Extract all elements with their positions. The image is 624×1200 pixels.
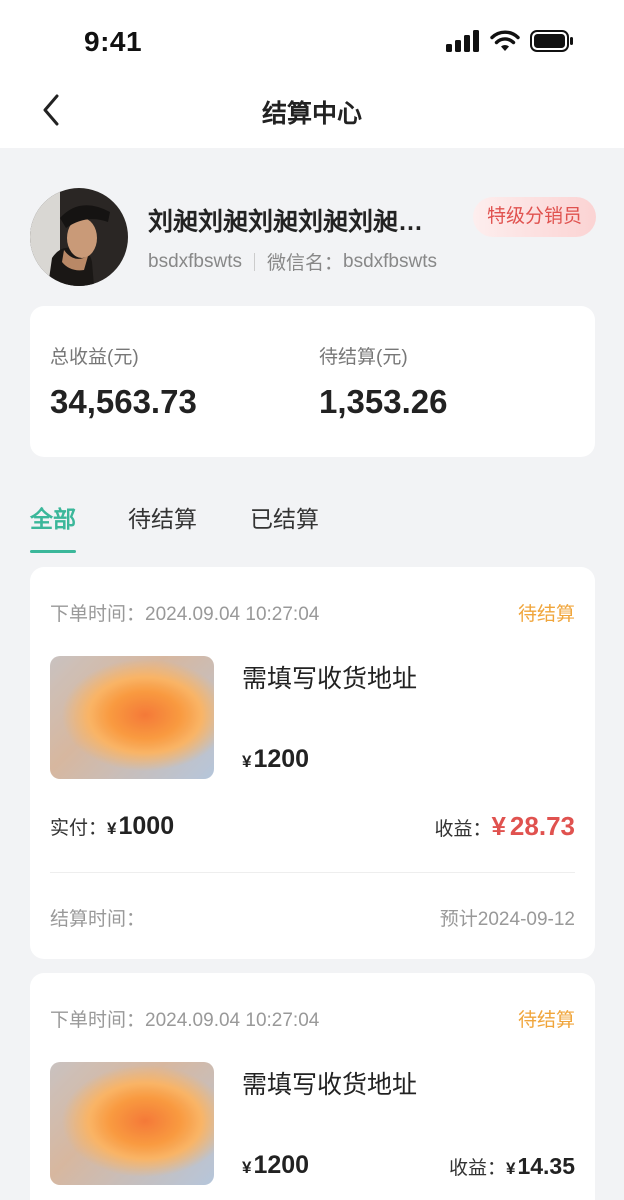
product-price: ¥1200 [242, 1151, 309, 1180]
active-tab-indicator [30, 550, 76, 553]
product-name: 需填写收货地址 [242, 665, 418, 693]
avatar [30, 188, 128, 286]
pending-earnings: 待结算(元) 1,353.26 [319, 342, 447, 421]
user-ids: bsdxfbswts 微信名： bsdxfbswts [148, 248, 437, 275]
income-value: 14.35 [517, 1153, 575, 1179]
order-status: 待结算 [517, 604, 575, 625]
product-image [50, 656, 214, 779]
order-time: 下单时间：2024.09.04 10:27:04 [50, 599, 319, 626]
wifi-icon [490, 30, 520, 51]
paid-amount: 实付：¥1000 [50, 812, 174, 841]
paid-label: 实付： [50, 818, 108, 839]
currency-symbol: ¥ [491, 811, 506, 841]
income-label: 收益： [448, 1158, 506, 1179]
divider [253, 252, 255, 271]
product-name: 需填写收货地址 [242, 1071, 418, 1099]
income-label: 收益： [434, 819, 492, 840]
profile-section: 刘昶刘昶刘昶刘昶刘昶刘昶刘昶 特级分销员 bsdxfbswts 微信名：bsdx… [30, 188, 596, 288]
tab-pending[interactable]: 待结算 [128, 500, 197, 534]
total-earnings-label: 总收益(元) [50, 347, 139, 368]
total-earnings-value: 34,563.73 [50, 383, 197, 420]
settle-time-label: 结算时间： [50, 909, 146, 930]
currency-symbol: ¥ [242, 752, 252, 771]
price-value: 1200 [253, 1151, 310, 1179]
user-name: 刘昶刘昶刘昶刘昶刘昶刘昶刘昶 [148, 208, 448, 236]
currency-symbol: ¥ [107, 819, 117, 838]
order-time: 下单时间：2024.09.04 10:27:04 [50, 1005, 319, 1032]
currency-symbol: ¥ [242, 1158, 252, 1177]
signal-icon [446, 30, 479, 52]
income-value: 28.73 [509, 811, 575, 841]
order-card[interactable]: 下单时间：2024.09.04 10:27:04 待结算 需填写收货地址 ¥12… [30, 567, 595, 959]
earnings-summary-card: 总收益(元) 34,563.73 待结算(元) 1,353.26 [30, 306, 595, 457]
order-time-label: 下单时间： [50, 604, 146, 625]
pending-earnings-label: 待结算(元) [319, 347, 408, 368]
order-time-value: 2024.09.04 10:27:04 [145, 604, 320, 625]
total-earnings: 总收益(元) 34,563.73 [50, 342, 197, 421]
status-time: 9:41 [84, 26, 143, 57]
order-time-label: 下单时间： [50, 1010, 146, 1031]
order-card[interactable]: 下单时间：2024.09.04 10:27:04 待结算 需填写收货地址 ¥12… [30, 973, 595, 1200]
product-image [50, 1062, 214, 1185]
status-icons [446, 30, 574, 52]
income-amount: 收益：¥14.35 [449, 1153, 575, 1180]
income-amount: 收益：¥ 28.73 [434, 811, 575, 842]
tab-settled[interactable]: 已结算 [250, 500, 319, 534]
wechat-label: 微信名： [266, 253, 343, 274]
product-price: ¥1200 [242, 745, 309, 774]
tab-all[interactable]: 全部 [30, 500, 76, 534]
filter-tabs: 全部 待结算 已结算 [30, 500, 594, 554]
price-value: 1200 [253, 745, 310, 773]
order-time-value: 2024.09.04 10:27:04 [145, 1010, 320, 1031]
pending-earnings-value: 1,353.26 [319, 383, 448, 420]
battery-icon [530, 30, 573, 52]
account-id: bsdxfbswts [148, 250, 242, 272]
currency-symbol: ¥ [505, 1159, 516, 1178]
wechat-name: bsdxfbswts [343, 250, 437, 272]
card-divider [50, 872, 575, 873]
level-badge: 特级分销员 [472, 197, 596, 237]
page-title: 结算中心 [261, 100, 362, 128]
order-status: 待结算 [517, 1010, 575, 1031]
settle-time-value: 预计2024-09-12 [439, 909, 575, 930]
paid-value: 1000 [118, 812, 175, 840]
top-bar: 9:41 结算中心 [0, 0, 624, 148]
